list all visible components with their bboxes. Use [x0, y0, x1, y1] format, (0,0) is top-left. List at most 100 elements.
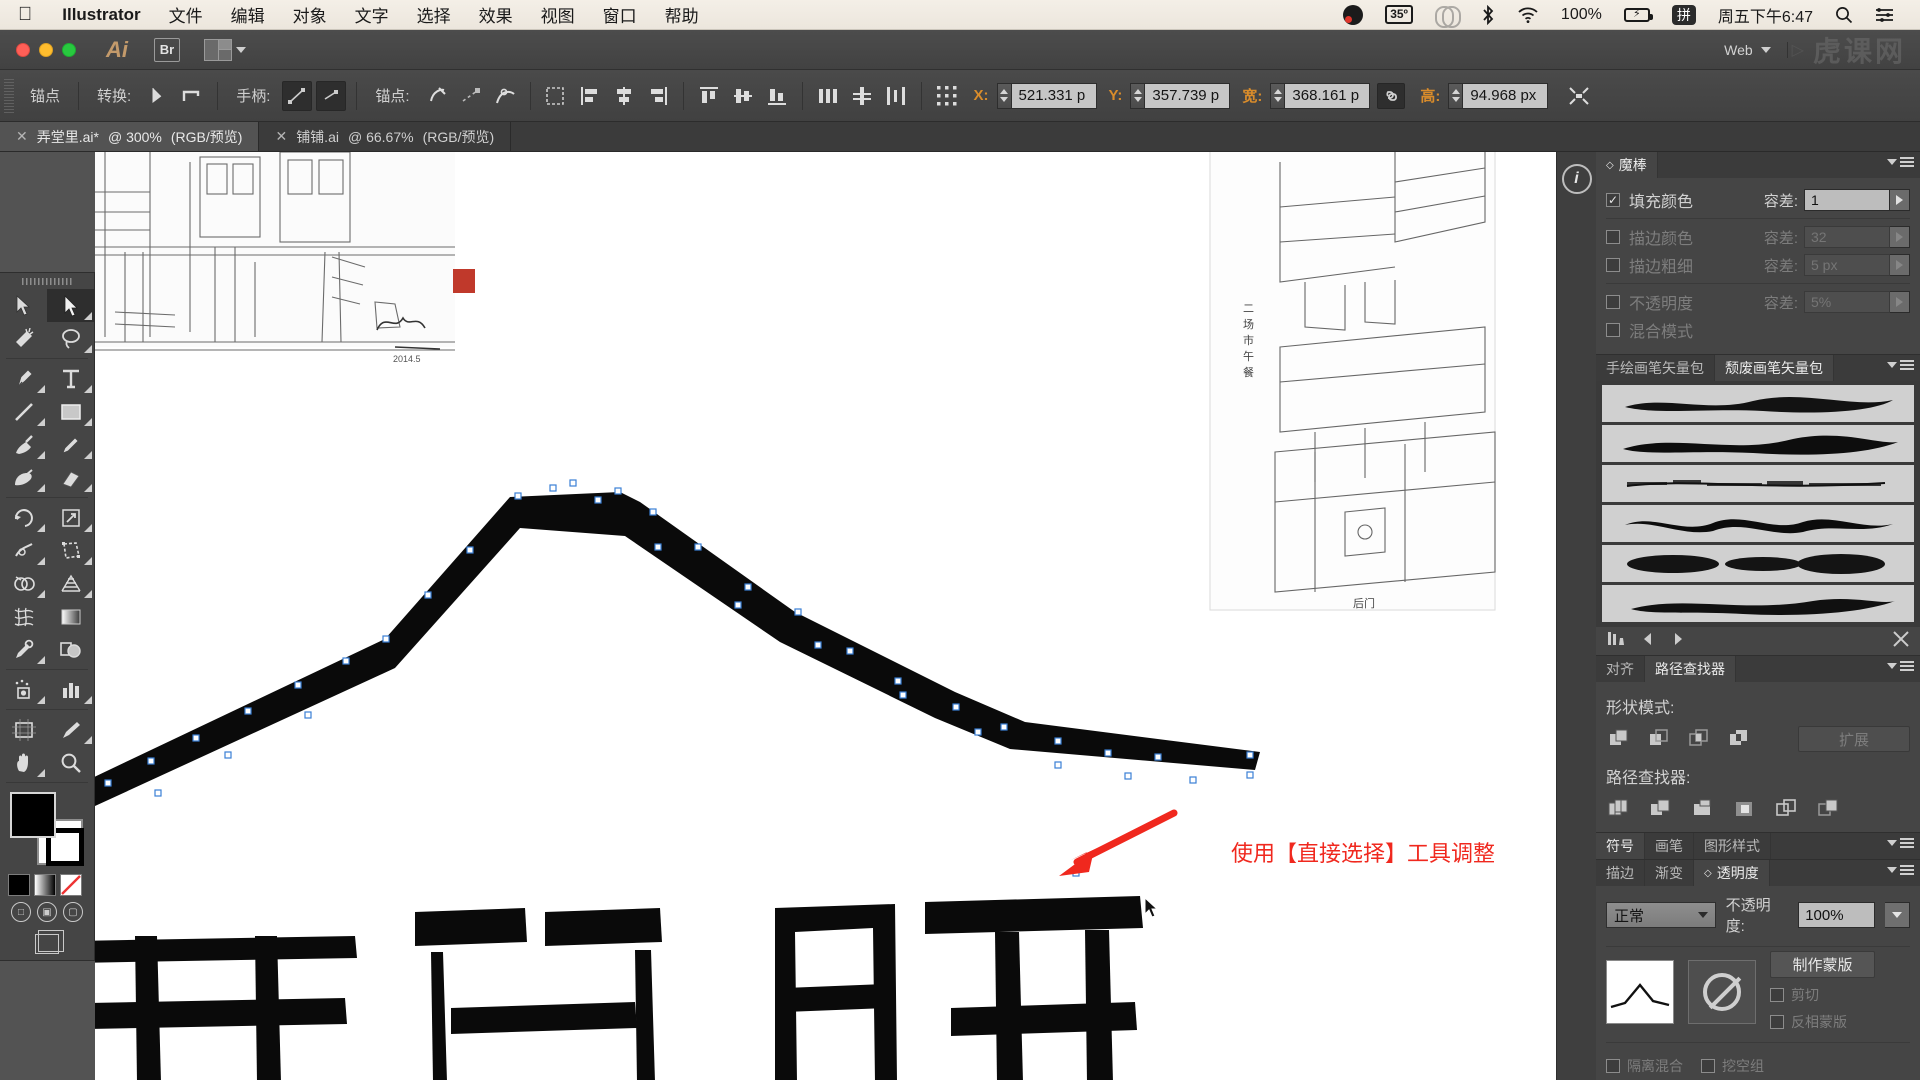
draw-behind-icon[interactable]: ▣ [37, 902, 57, 922]
clip-checkbox-row[interactable]: 剪切 [1770, 985, 1875, 1005]
distribute-spacing-icon[interactable] [881, 81, 911, 111]
isolate-selected-icon[interactable] [541, 81, 571, 111]
tab-handdrawn-brush-pack[interactable]: 手绘画笔矢量包 [1596, 355, 1715, 381]
y-field[interactable]: 357.739 p [1130, 82, 1231, 109]
align-middle-icon[interactable] [728, 81, 758, 111]
scale-tool[interactable] [47, 501, 94, 534]
y-input[interactable]: 357.739 p [1144, 82, 1231, 109]
knockout-group-row[interactable]: 挖空组 [1701, 1056, 1764, 1076]
brush-swatch-0[interactable] [1602, 385, 1914, 422]
search-icon[interactable] [1824, 6, 1864, 24]
control-center-icon[interactable] [1864, 7, 1906, 23]
draw-normal-icon[interactable]: □ [11, 902, 31, 922]
height-field[interactable]: 94.968 px [1448, 82, 1549, 109]
gradient-tool[interactable] [47, 600, 94, 633]
menu-item-type[interactable]: 文字 [341, 2, 403, 27]
panel-menu-icon[interactable] [1887, 157, 1914, 167]
x-input[interactable]: 521.331 p [1010, 82, 1097, 109]
invert-mask-checkbox[interactable] [1770, 1015, 1784, 1029]
delete-brush-icon[interactable] [1892, 630, 1910, 652]
tab-graphic-styles[interactable]: 图形样式 [1694, 833, 1771, 859]
height-input[interactable]: 94.968 px [1462, 82, 1549, 109]
magic-wand-row-fill-color[interactable]: ✓ 填充颜色 容差: 1 [1606, 186, 1910, 214]
magic-wand-row-stroke-weight[interactable]: 描边粗细 容差: 5 px [1606, 251, 1910, 279]
selected-brush-path[interactable] [95, 152, 1595, 1080]
brush-swatch-4[interactable] [1602, 545, 1914, 582]
wifi-icon[interactable] [1506, 6, 1550, 24]
tab-stroke[interactable]: 描边 [1596, 860, 1645, 886]
blend-mode-select[interactable]: 正常 [1606, 902, 1716, 928]
bluetooth-icon[interactable] [1470, 4, 1506, 25]
free-transform-tool[interactable] [47, 534, 94, 567]
blend-tool[interactable] [47, 633, 94, 666]
shape-builder-tool[interactable] [0, 567, 47, 600]
next-library-icon[interactable] [1670, 631, 1686, 651]
isolate-blending-row[interactable]: 隔离混合 [1606, 1056, 1683, 1076]
distribute-v-icon[interactable] [847, 81, 877, 111]
minus-front-icon[interactable] [1646, 726, 1672, 752]
menu-item-window[interactable]: 窗口 [589, 2, 651, 27]
paintbrush-tool[interactable] [0, 428, 47, 461]
menu-item-file[interactable]: 文件 [155, 2, 217, 27]
isolate-blending-checkbox[interactable] [1606, 1059, 1620, 1073]
perspective-grid-tool[interactable] [47, 567, 94, 600]
unite-icon[interactable] [1606, 726, 1632, 752]
gradient-swatch-button[interactable] [34, 874, 56, 896]
width-stepper[interactable] [1270, 82, 1285, 109]
stroke-weight-checkbox[interactable] [1606, 258, 1620, 272]
show-handles-icon[interactable] [282, 80, 313, 111]
pencil-tool[interactable] [47, 428, 94, 461]
object-thumbnail[interactable] [1606, 959, 1674, 1024]
fill-color-checkbox[interactable]: ✓ [1606, 193, 1620, 207]
menu-app-name[interactable]: Illustrator [48, 5, 154, 25]
none-swatch-button[interactable] [60, 874, 82, 896]
opacity-tolerance-input[interactable]: 5% [1804, 291, 1890, 313]
opacity-tolerance-slider-icon[interactable] [1890, 291, 1910, 313]
x-field[interactable]: 521.331 p [996, 82, 1097, 109]
link-aspect-ratio-icon[interactable] [1377, 82, 1406, 109]
close-icon[interactable]: ✕ [275, 128, 287, 145]
mesh-tool[interactable] [0, 600, 47, 633]
panel-menu-icon[interactable] [1887, 865, 1914, 875]
selection-tool[interactable] [0, 289, 47, 322]
panel-menu-icon[interactable] [1887, 838, 1914, 848]
intersect-icon[interactable] [1686, 726, 1712, 752]
control-bar-grip[interactable] [4, 78, 14, 113]
line-segment-tool[interactable] [0, 395, 47, 428]
tab-gradient[interactable]: 渐变 [1645, 860, 1694, 886]
expand-button[interactable]: 扩展 [1798, 726, 1910, 752]
panel-menu-icon[interactable] [1887, 661, 1914, 671]
rotate-tool[interactable] [0, 501, 47, 534]
blob-brush-tool[interactable] [0, 461, 47, 494]
info-panel-icon[interactable]: i [1561, 164, 1592, 194]
type-tool[interactable] [47, 362, 94, 395]
blending-mode-checkbox[interactable] [1606, 323, 1620, 337]
height-stepper[interactable] [1448, 82, 1463, 109]
invert-mask-checkbox-row[interactable]: 反相蒙版 [1770, 1012, 1875, 1032]
clip-checkbox[interactable] [1770, 988, 1784, 1002]
tab-brushes[interactable]: 画笔 [1645, 833, 1694, 859]
rectangle-tool[interactable] [47, 395, 94, 428]
brush-swatch-2[interactable] [1602, 465, 1914, 502]
eyedropper-tool[interactable] [0, 633, 47, 666]
menu-item-object[interactable]: 对象 [279, 2, 341, 27]
magic-wand-row-stroke-color[interactable]: 描边颜色 容差: 32 [1606, 223, 1910, 251]
battery-charging-icon[interactable]: ⚡ [1613, 7, 1661, 22]
slice-tool[interactable] [47, 713, 94, 746]
tab-magic-wand[interactable]: ◇ 魔棒 [1596, 152, 1658, 178]
magic-wand-row-blending-mode[interactable]: 混合模式 [1606, 316, 1910, 344]
cut-path-icon[interactable] [490, 81, 520, 111]
tab-grunge-brush-pack[interactable]: 颓废画笔矢量包 [1715, 355, 1834, 381]
document-tab-0[interactable]: ✕ 弄堂里.ai* @ 300% (RGB/预览) [0, 122, 260, 151]
make-mask-button[interactable]: 制作蒙版 [1770, 951, 1875, 978]
input-method-indicator[interactable]: 拼 [1661, 4, 1707, 25]
datetime-label[interactable]: 周五下午6:47 [1707, 3, 1824, 27]
align-left-icon[interactable] [575, 81, 605, 111]
creative-cloud-icon[interactable] [1424, 5, 1470, 28]
crop-icon[interactable] [1732, 796, 1758, 822]
convert-to-smooth-icon[interactable] [177, 81, 207, 111]
menu-item-select[interactable]: 选择 [403, 2, 465, 27]
hide-handles-icon[interactable] [316, 80, 347, 111]
color-swatch-button[interactable] [8, 874, 30, 896]
previous-library-icon[interactable] [1640, 631, 1656, 651]
